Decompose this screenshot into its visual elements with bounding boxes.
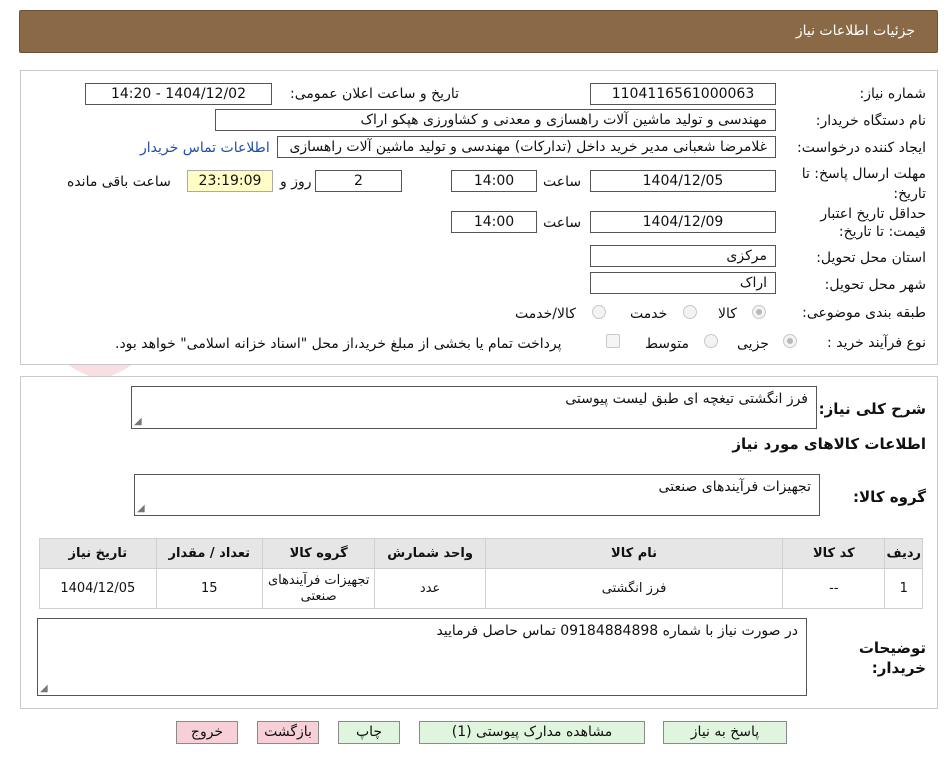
category-option-service: خدمت (630, 306, 668, 322)
cell-item-name: فرز انگشتی (484, 568, 784, 609)
category-radio-goods-service[interactable] (592, 305, 606, 319)
description-text: فرز انگشتی تیغچه ای طبق لیست پیوستی (565, 391, 808, 407)
col-header-goods-group: گروه کالا (261, 538, 376, 569)
col-header-item-name: نام کالا (484, 538, 784, 569)
process-radio-medium[interactable] (704, 334, 718, 348)
cell-need-date: 1404/12/05 (39, 568, 157, 609)
col-header-unit: واحد شمارش (374, 538, 486, 569)
resize-grip-icon: ◢ (134, 416, 142, 427)
process-type-label: نوع فرآیند خرید : (827, 335, 926, 351)
deadline-label: مهلت ارسال پاسخ: تا تاریخ: (801, 166, 926, 202)
print-button[interactable]: چاپ (338, 721, 400, 744)
reply-button[interactable]: پاسخ به نیاز (663, 721, 787, 744)
category-option-goods: کالا (718, 306, 737, 322)
city-field: اراک (590, 272, 776, 294)
validity-time-label: ساعت (543, 215, 582, 231)
process-option-medium: متوسط (645, 336, 689, 352)
category-option-goods-service: کالا/خدمت (515, 306, 576, 322)
buyer-org-label: نام دستگاه خریدار: (815, 113, 926, 129)
resize-grip-icon: ◢ (40, 683, 48, 694)
province-field: مرکزی (590, 245, 776, 267)
announce-datetime-field: 1404/12/02 - 14:20 (85, 83, 272, 105)
validity-label: حداقل تاریخ اعتبار قیمت: تا تاریخ: (820, 206, 926, 240)
requester-label: ایجاد کننده درخواست: (797, 140, 926, 156)
remaining-time-field: 23:19:09 (187, 170, 273, 192)
resize-grip-icon: ◢ (137, 503, 145, 514)
view-attachments-button[interactable]: مشاهده مدارک پیوستی (1) (419, 721, 645, 744)
col-header-item-code: کد کالا (782, 538, 886, 569)
buyer-notes-field: در صورت نیاز با شماره 09184884898 تماس ح… (37, 618, 807, 696)
deadline-time-field: 14:00 (451, 170, 537, 192)
process-radio-minor[interactable] (783, 334, 797, 348)
exit-button[interactable]: خروج (176, 721, 238, 744)
days-remaining-field: 2 (315, 170, 402, 192)
buyer-notes-text: در صورت نیاز با شماره 09184884898 تماس ح… (436, 623, 798, 639)
page-title: جزئیات اطلاعات نیاز (795, 23, 915, 39)
goods-group-field: تجهیزات فرآیندهای صنعتی ◢ (134, 474, 820, 516)
page-header: جزئیات اطلاعات نیاز (19, 10, 938, 53)
validity-date-field: 1404/12/09 (590, 211, 776, 233)
deadline-time-label: ساعت (543, 174, 582, 190)
deadline-date-field: 1404/12/05 (590, 170, 776, 192)
validity-time-field: 14:00 (451, 211, 537, 233)
category-radio-goods[interactable] (752, 305, 766, 319)
need-number-field: 1104116561000063 (590, 83, 776, 105)
process-option-minor: جزیی (737, 336, 769, 352)
announce-label: تاریخ و ساعت اعلان عمومی: (290, 86, 459, 102)
table-row: 1 -- فرز انگشتی عدد تجهیزات فرآیندهای صن… (39, 568, 923, 609)
goods-group-label: گروه کالا: (853, 488, 926, 506)
description-field: فرز انگشتی تیغچه ای طبق لیست پیوستی ◢ (131, 386, 817, 429)
cell-item-code: -- (782, 568, 886, 609)
need-number-label: شماره نیاز: (859, 86, 927, 102)
cell-unit: عدد (374, 568, 486, 609)
table-header-row: ردیف کد کالا نام کالا واحد شمارش گروه کا… (39, 538, 923, 569)
buyer-notes-label: توضیحات خریدار: (858, 639, 926, 677)
treasury-note: پرداخت تمام یا بخشی از مبلغ خرید،از محل … (115, 336, 562, 352)
cell-quantity: 15 (155, 568, 263, 609)
remaining-time-label: ساعت باقی مانده (67, 174, 171, 190)
col-header-quantity: تعداد / مقدار (155, 538, 263, 569)
province-label: استان محل تحویل: (816, 250, 926, 266)
col-header-row-number: ردیف (884, 538, 923, 569)
cell-row-number: 1 (884, 568, 923, 609)
days-label: روز و (280, 174, 312, 190)
city-label: شهر محل تحویل: (824, 277, 926, 293)
back-button[interactable]: بازگشت (257, 721, 319, 744)
category-label: طبقه بندی موضوعی: (802, 305, 926, 321)
col-header-need-date: تاریخ نیاز (39, 538, 157, 569)
cell-goods-group: تجهیزات فرآیندهای صنعتی (261, 568, 376, 609)
buyer-org-field: مهندسی و تولید ماشین آلات راهسازی و معدن… (215, 109, 776, 131)
goods-section-title: اطلاعات کالاهای مورد نیاز (732, 435, 926, 453)
treasury-checkbox[interactable] (606, 334, 620, 348)
category-radio-service[interactable] (683, 305, 697, 319)
goods-group-text: تجهیزات فرآیندهای صنعتی (658, 479, 811, 495)
buyer-contact-link[interactable]: اطلاعات تماس خریدار (140, 140, 270, 156)
requester-field: غلامرضا شعبانی مدیر خرید داخل (تدارکات) … (277, 136, 776, 158)
goods-table: ردیف کد کالا نام کالا واحد شمارش گروه کا… (39, 538, 923, 609)
description-label: شرح کلی نیاز: (818, 400, 926, 418)
